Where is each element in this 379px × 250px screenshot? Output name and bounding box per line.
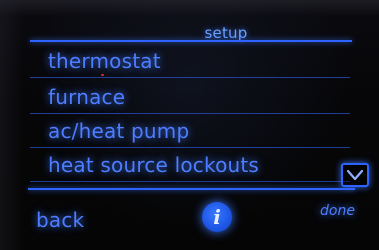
back-button[interactable]: back [36, 208, 84, 232]
menu-item-label: ac/heat pump [48, 118, 190, 143]
menu-item-ac-heat-pump[interactable]: ac/heat pump [30, 114, 350, 148]
menu-item-furnace[interactable]: furnace [30, 80, 350, 114]
menu-item-label: thermostat [48, 48, 161, 73]
menu-item-heat-source-lockouts[interactable]: heat source lockouts [30, 148, 350, 182]
thermostat-screen: setup thermostat furnace ac/heat pump he… [0, 0, 379, 250]
chevron-down-icon [346, 169, 364, 181]
setup-menu: thermostat furnace ac/heat pump heat sou… [0, 42, 379, 182]
menu-item-label: furnace [48, 84, 126, 109]
done-button[interactable]: done [320, 203, 355, 219]
screen-speck [101, 74, 104, 76]
scroll-down-button[interactable] [341, 163, 369, 187]
screen-glare-top [0, 0, 379, 16]
menu-item-thermostat[interactable]: thermostat [30, 44, 350, 78]
info-icon: i [213, 205, 221, 229]
footer-divider [28, 188, 355, 190]
menu-item-label: heat source lockouts [48, 152, 260, 177]
info-button[interactable]: i [202, 202, 232, 232]
